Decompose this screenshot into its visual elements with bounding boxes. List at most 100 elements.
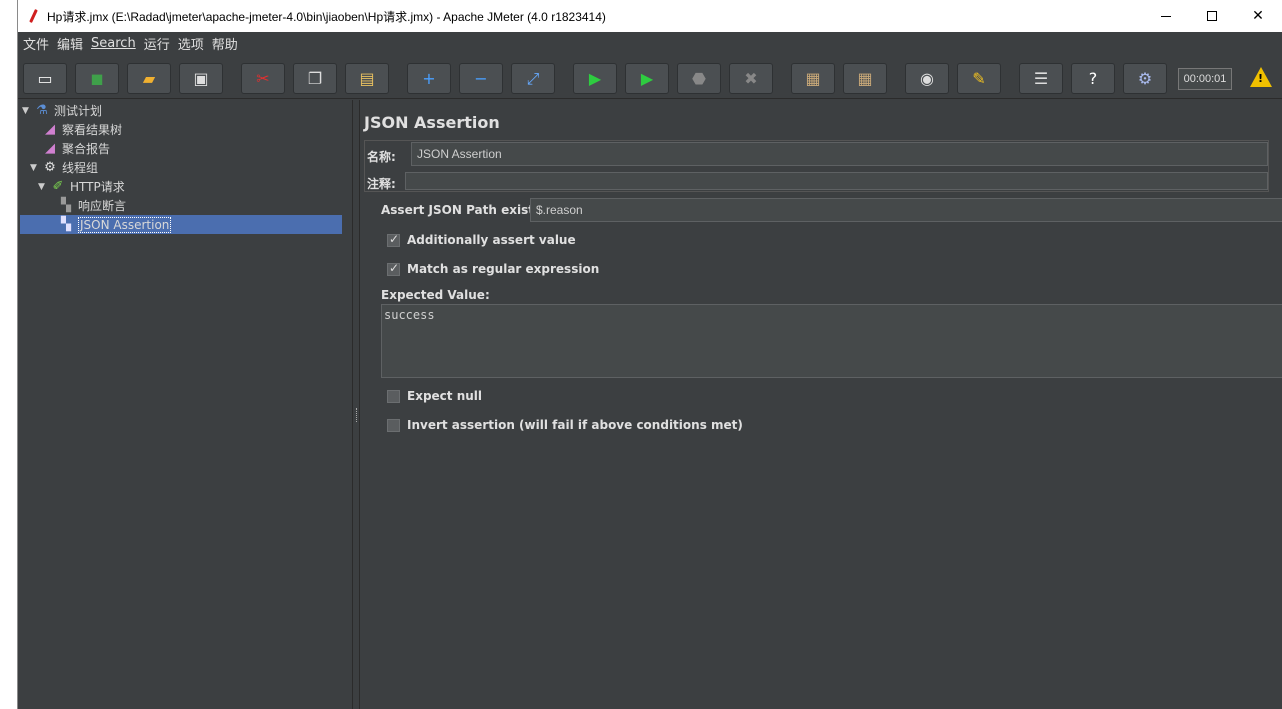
search-button[interactable]: ◉ xyxy=(905,63,949,94)
divider-grip[interactable] xyxy=(356,408,358,422)
menu-edit[interactable]: 编辑 xyxy=(57,34,83,53)
checkbox-box[interactable] xyxy=(387,232,400,247)
start-no-pauses-button[interactable]: ▶ xyxy=(625,63,669,94)
window-title: Hp请求.jmx (E:\Radad\jmeter\apache-jmeter-… xyxy=(47,9,606,24)
checkbox-box[interactable] xyxy=(387,418,400,432)
expand-icon: + xyxy=(422,69,436,88)
flask-icon: ⚗ xyxy=(36,103,48,118)
expand-arrow-icon[interactable]: ▼ xyxy=(22,106,34,116)
checkbox-label: Additionally assert value xyxy=(407,233,576,247)
tree-node[interactable]: ▼ ✐ HTTP请求 xyxy=(38,177,125,196)
templates-icon: ◼ xyxy=(90,69,104,88)
help-icon: ? xyxy=(1088,69,1098,88)
save-button[interactable]: ▣ xyxy=(179,63,223,94)
stop-icon: ⬣ xyxy=(692,69,706,88)
new-icon: ▭ xyxy=(37,69,53,88)
cut-button[interactable]: ✂ xyxy=(241,63,285,94)
toggle-button[interactable]: ⤢ xyxy=(511,63,555,94)
function-helper-icon: ☰ xyxy=(1033,69,1049,88)
tree-node[interactable]: ▚ JSON Assertion xyxy=(20,215,342,234)
checkbox-box[interactable] xyxy=(387,261,400,276)
copy-icon: ❐ xyxy=(307,69,323,88)
checkbox-label: Expect null xyxy=(407,389,483,403)
tree-node[interactable]: ▼ ⚙ 线程组 xyxy=(30,158,98,177)
tree-node[interactable]: ◢ 聚合报告 xyxy=(42,139,110,158)
tree-node[interactable]: ◢ 察看结果树 xyxy=(42,120,122,139)
menu-help[interactable]: 帮助 xyxy=(212,34,238,53)
collapse-icon: − xyxy=(474,69,488,88)
expand-arrow-icon[interactable]: ▼ xyxy=(30,163,42,173)
clear-all-icon: ▦ xyxy=(857,69,873,88)
checkbox-box[interactable] xyxy=(387,389,400,403)
shutdown-button[interactable]: ✖ xyxy=(729,63,773,94)
save-icon: ▣ xyxy=(193,69,209,88)
reset-search-button[interactable]: ✎ xyxy=(957,63,1001,94)
open-icon: ▰ xyxy=(142,69,156,88)
warning-icon[interactable]: ! xyxy=(1250,67,1272,87)
jmeter-feather-icon xyxy=(27,8,41,24)
expand-arrow-icon[interactable]: ▼ xyxy=(38,182,50,192)
close-button[interactable]: ✕ xyxy=(1235,0,1281,32)
expected-value-textarea[interactable]: success xyxy=(381,304,1282,378)
stop-button[interactable]: ⬣ xyxy=(677,63,721,94)
tree-node[interactable]: ▚ 响应断言 xyxy=(58,196,126,215)
open-button[interactable]: ▰ xyxy=(127,63,171,94)
expect-null-checkbox[interactable]: Expect null xyxy=(387,389,482,403)
remote-button[interactable]: ⚙ xyxy=(1123,63,1167,94)
expected-value-label: Expected Value: xyxy=(381,288,490,302)
json-path-label: Assert JSON Path exists: xyxy=(381,203,546,217)
jmeter-window: Hp请求.jmx (E:\Radad\jmeter\apache-jmeter-… xyxy=(17,0,1282,709)
comment-label: 注释: xyxy=(367,177,396,191)
title-bar: Hp请求.jmx (E:\Radad\jmeter\apache-jmeter-… xyxy=(18,0,1282,32)
json-path-field[interactable]: $.reason xyxy=(530,198,1282,222)
maximize-icon xyxy=(1207,11,1217,21)
clear-button[interactable]: ▦ xyxy=(791,63,835,94)
comment-field[interactable] xyxy=(405,172,1268,190)
minimize-button[interactable] xyxy=(1143,0,1189,32)
shutdown-icon: ✖ xyxy=(744,69,758,88)
collapse-button[interactable]: − xyxy=(459,63,503,94)
assertion-icon: ▚ xyxy=(61,198,71,213)
name-field[interactable]: JSON Assertion xyxy=(411,142,1268,166)
copy-button[interactable]: ❐ xyxy=(293,63,337,94)
split-pane-divider[interactable] xyxy=(354,100,360,709)
new-button[interactable]: ▭ xyxy=(23,63,67,94)
menu-bar: 文件 编辑 Search 运行 选项 帮助 xyxy=(18,32,1282,55)
test-plan-tree: ▼ ⚗ 测试计划 ◢ 察看结果树 ◢ 聚合报告 ▼ ⚙ 线程组 ▼ ✐ HTTP请求 ▚ 响应断言 ▚ JSON… xyxy=(18,100,353,709)
reset-search-icon: ✎ xyxy=(972,69,986,88)
menu-run[interactable]: 运行 xyxy=(144,34,170,53)
clear-all-button[interactable]: ▦ xyxy=(843,63,887,94)
tree-node[interactable]: ▼ ⚗ 测试计划 xyxy=(22,101,102,120)
name-comment-box: 名称: JSON Assertion 注释: xyxy=(364,140,1269,192)
close-icon: ✕ xyxy=(1252,8,1264,24)
paste-button[interactable]: ▤ xyxy=(345,63,389,94)
menu-file[interactable]: 文件 xyxy=(23,34,49,53)
remote-icon: ⚙ xyxy=(1137,69,1153,88)
match-regex-checkbox[interactable]: Match as regular expression xyxy=(387,261,600,276)
tree-node-label: JSON Assertion xyxy=(78,216,172,233)
menu-search[interactable]: Search xyxy=(91,36,136,51)
page-title: JSON Assertion xyxy=(364,113,500,132)
tree-node-label: 线程组 xyxy=(62,161,99,175)
checkbox-label: Match as regular expression xyxy=(407,262,600,276)
paste-icon: ▤ xyxy=(359,69,375,88)
maximize-button[interactable] xyxy=(1189,0,1235,32)
templates-button[interactable]: ◼ xyxy=(75,63,119,94)
start-no-pauses-icon: ▶ xyxy=(640,69,654,88)
gear-icon: ⚙ xyxy=(44,160,56,175)
search-icon: ◉ xyxy=(920,69,934,88)
additionally-assert-checkbox[interactable]: Additionally assert value xyxy=(387,232,576,247)
help-button[interactable]: ? xyxy=(1071,63,1115,94)
clear-icon: ▦ xyxy=(805,69,821,88)
tree-node-label: 测试计划 xyxy=(54,104,103,118)
tree-node-label: 响应断言 xyxy=(78,199,127,213)
menu-options[interactable]: 选项 xyxy=(178,34,204,53)
invert-assertion-checkbox[interactable]: Invert assertion (will fail if above con… xyxy=(387,418,743,432)
elapsed-timer: 00:00:01 xyxy=(1178,68,1232,90)
expand-button[interactable]: + xyxy=(407,63,451,94)
start-icon: ▶ xyxy=(588,69,602,88)
function-helper-button[interactable]: ☰ xyxy=(1019,63,1063,94)
pipette-icon: ✐ xyxy=(52,179,64,194)
start-button[interactable]: ▶ xyxy=(573,63,617,94)
graph-icon: ◢ xyxy=(45,141,55,156)
